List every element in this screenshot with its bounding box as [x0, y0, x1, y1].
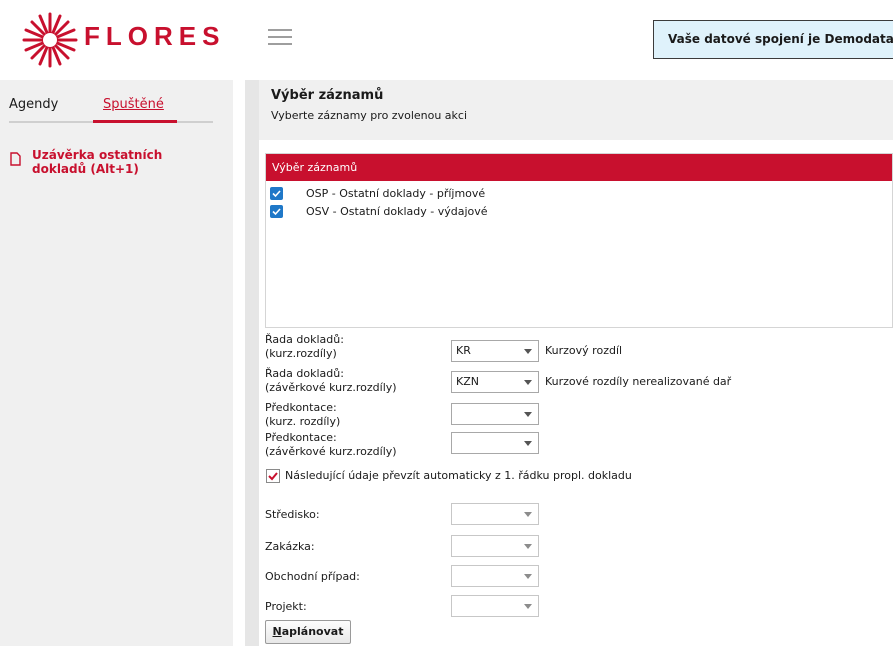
tab-agendy[interactable]: Agendy: [9, 97, 58, 112]
list-item-label: OSP - Ostatní doklady - příjmové: [306, 187, 486, 200]
panel-splitter[interactable]: [245, 80, 259, 646]
flores-logo-icon: [22, 12, 78, 68]
auto-fill-label: Následující údaje převzít automaticky z …: [285, 469, 632, 482]
list-item[interactable]: OSV - Ostatní doklady - výdajové: [266, 202, 892, 220]
projekt-label: Projekt:: [265, 600, 307, 613]
predkontace-kurz-select[interactable]: [451, 403, 539, 425]
projekt-select[interactable]: [451, 595, 539, 617]
chevron-down-icon: [524, 441, 532, 446]
app-header: FLORES Vaše datové spojení je Demodata: [0, 0, 893, 78]
page-title: Výběr záznamů: [271, 88, 384, 103]
tab-spustene[interactable]: Spuštěné: [103, 97, 164, 112]
left-sidebar: Agendy Spuštěné Uzávěrka ostatních dokla…: [0, 80, 233, 646]
chevron-down-icon: [524, 574, 532, 579]
page-subtitle: Vyberte záznamy pro zvolenou akci: [271, 109, 468, 122]
predkontace-zaverk-select[interactable]: [451, 432, 539, 454]
document-icon: [10, 152, 21, 166]
rada-zaverk-select[interactable]: KZN: [451, 371, 539, 393]
chevron-down-icon: [524, 604, 532, 609]
rada-kurz-description: Kurzový rozdíl: [545, 344, 623, 357]
action-form: Řada dokladů: (kurz.rozdíly) KR Kurzový …: [265, 330, 893, 646]
rada-kurz-label: Řada dokladů: (kurz.rozdíly): [265, 333, 344, 360]
chevron-down-icon: [524, 380, 532, 385]
obchodni-pripad-label: Obchodní případ:: [265, 570, 360, 583]
checkbox-checked[interactable]: [270, 205, 283, 218]
rada-zaverk-label: Řada dokladů: (závěrkové kurz.rozdíly): [265, 367, 397, 394]
flores-wordmark: FLORES: [84, 24, 225, 50]
stredisko-select[interactable]: [451, 503, 539, 525]
naplanovat-button[interactable]: Naplánovat: [265, 620, 351, 644]
records-list: Výběr záznamů OSP - Ostatní doklady - př…: [265, 153, 893, 328]
list-item-label: OSV - Ostatní doklady - výdajové: [306, 205, 488, 218]
zakazka-select[interactable]: [451, 535, 539, 557]
chevron-down-icon: [524, 544, 532, 549]
chevron-down-icon: [524, 412, 532, 417]
main-panel: Výběr záznamů Vyberte záznamy pro zvolen…: [259, 80, 893, 646]
svg-text:FLORES: FLORES: [84, 24, 225, 50]
hamburger-menu-icon[interactable]: [268, 26, 292, 48]
stredisko-label: Středisko:: [265, 508, 320, 521]
zakazka-label: Zakázka:: [265, 540, 315, 553]
list-item[interactable]: OSP - Ostatní doklady - příjmové: [266, 184, 892, 202]
checkbox-checked[interactable]: [270, 187, 283, 200]
checkbox-checked[interactable]: [266, 469, 280, 483]
sidebar-tabs: Agendy Spuštěné: [0, 80, 233, 126]
obchodni-pripad-select[interactable]: [451, 565, 539, 587]
records-list-header: Výběr záznamů: [266, 154, 892, 181]
chevron-down-icon: [524, 349, 532, 354]
connection-status-box: Vaše datové spojení je Demodata: [653, 20, 893, 59]
main-header: Výběr záznamů Vyberte záznamy pro zvolen…: [259, 80, 893, 140]
rada-kurz-select[interactable]: KR: [451, 340, 539, 362]
active-tab-indicator: [93, 120, 177, 123]
predkontace-zaverk-label: Předkontace: (závěrkové kurz.rozdíly): [265, 431, 397, 458]
rada-zaverk-description: Kurzové rozdíly nerealizované dař: [545, 375, 732, 388]
predkontace-kurz-label: Předkontace: (kurz. rozdíly): [265, 401, 341, 428]
sidebar-item-label: Uzávěrka ostatních dokladů (Alt+1): [32, 148, 163, 176]
chevron-down-icon: [524, 512, 532, 517]
sidebar-gap: [233, 80, 245, 646]
